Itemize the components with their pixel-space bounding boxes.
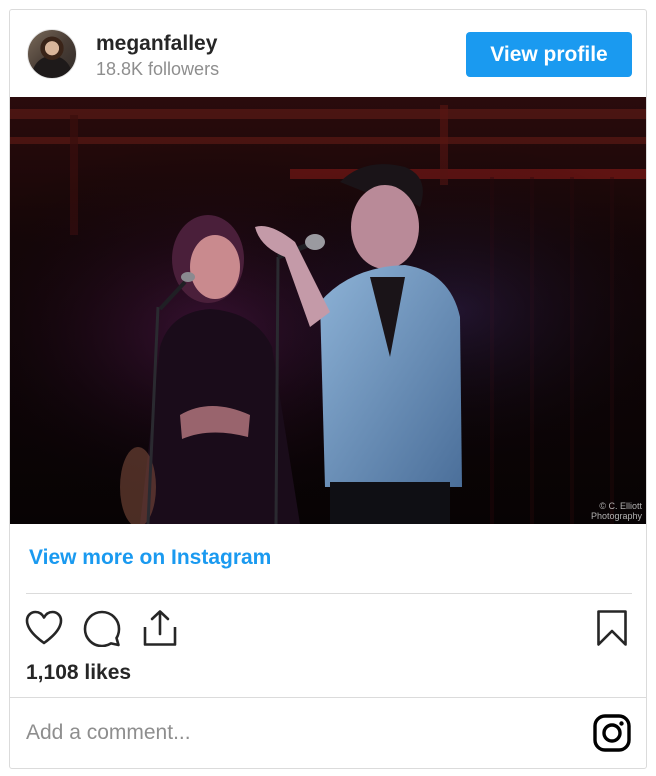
photo-credit-line-2: Photography — [590, 511, 642, 521]
divider — [10, 697, 646, 698]
action-bar — [10, 604, 646, 652]
share-icon — [143, 610, 177, 646]
avatar[interactable] — [27, 29, 77, 79]
comment-input[interactable]: Add a comment... — [26, 721, 191, 745]
comment-button[interactable] — [82, 608, 122, 648]
divider — [26, 593, 632, 594]
photo-credit-line-1: © C. Elliott — [599, 501, 642, 511]
share-button[interactable] — [140, 608, 180, 648]
like-button[interactable] — [24, 608, 64, 648]
instagram-glyph — [593, 714, 631, 752]
post-photo[interactable]: © C. Elliott Photography — [10, 97, 646, 524]
comment-bubble-icon — [83, 610, 121, 647]
heart-icon — [25, 610, 63, 645]
instagram-embed-card: meganfalley 18.8K followers View profile — [9, 9, 647, 769]
instagram-logo-icon[interactable] — [593, 714, 631, 752]
post-header: meganfalley 18.8K followers View profile — [10, 10, 646, 97]
save-button[interactable] — [592, 608, 632, 648]
photo-illustration — [10, 97, 646, 524]
view-more-link[interactable]: View more on Instagram — [29, 546, 271, 570]
view-profile-button[interactable]: View profile — [466, 32, 632, 77]
photo-credit: © C. Elliott Photography — [591, 501, 642, 521]
like-count[interactable]: 1,108 likes — [26, 661, 131, 685]
bookmark-icon — [597, 610, 627, 646]
follower-count: 18.8K followers — [96, 59, 220, 79]
username[interactable]: meganfalley — [96, 32, 217, 56]
